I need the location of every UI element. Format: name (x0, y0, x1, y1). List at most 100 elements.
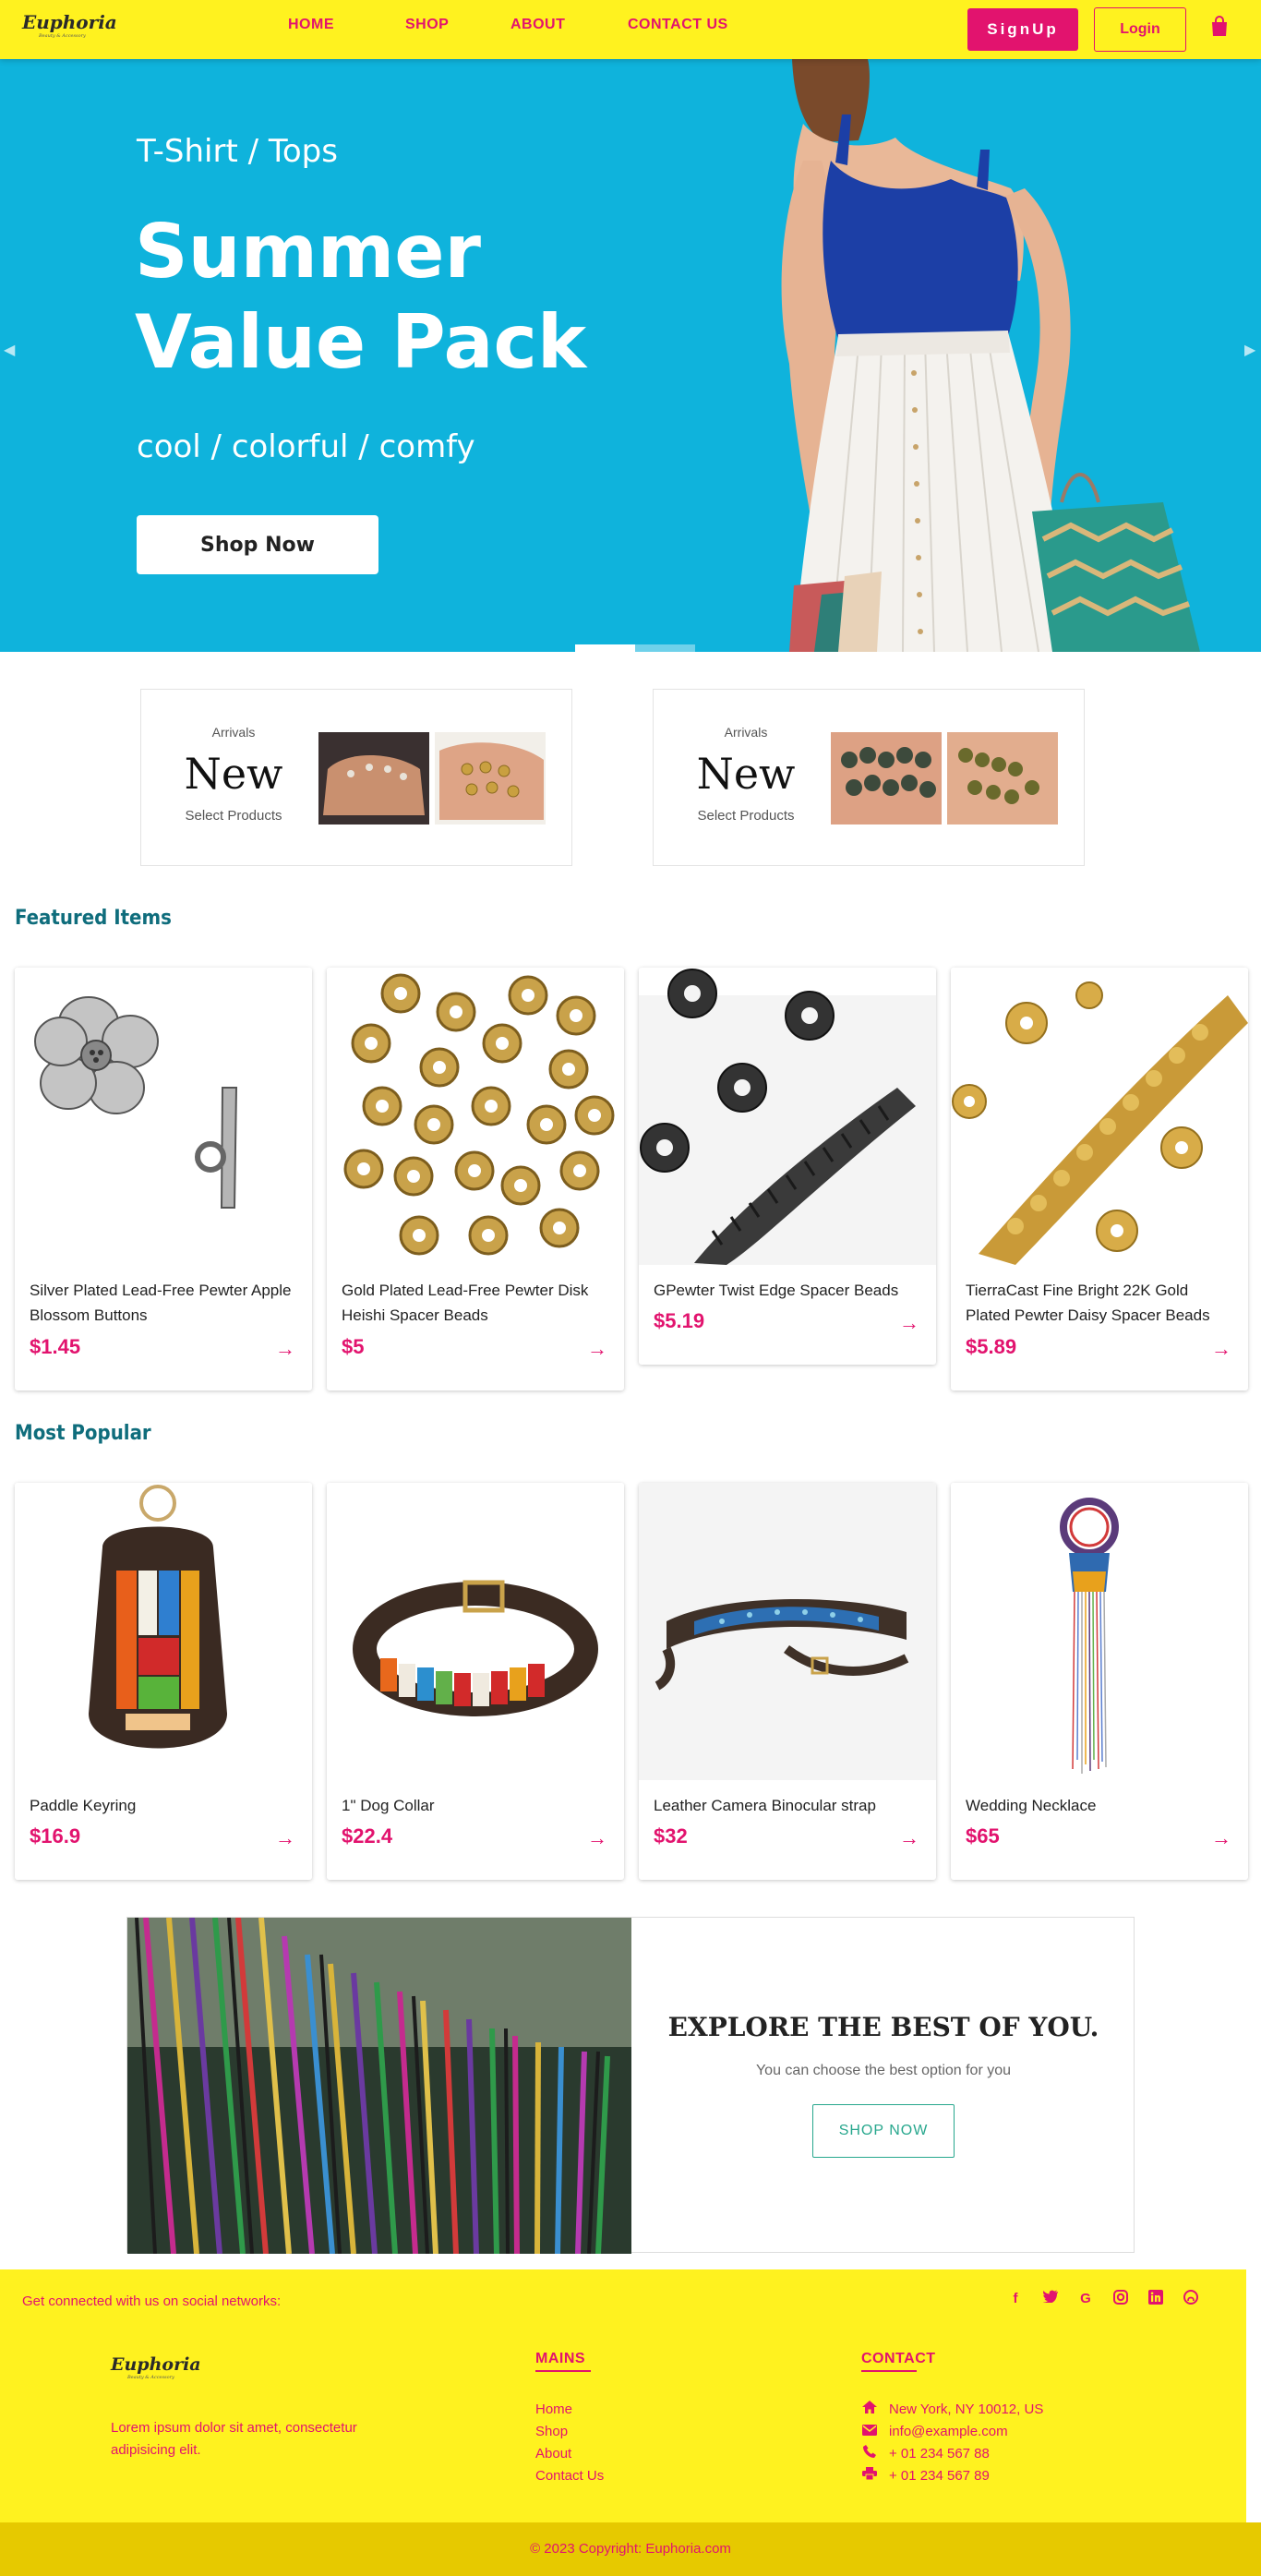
hero-carousel: T-Shirt / Tops Summer Value Pack cool / … (0, 59, 1261, 652)
footer-contact-heading: CONTACT (861, 2351, 936, 2372)
brand-tagline: Beauty & Accessory (39, 33, 86, 39)
home-icon (861, 2399, 878, 2421)
hand-beads-image (435, 732, 546, 825)
shopping-bag-icon[interactable] (1209, 16, 1230, 38)
product-card[interactable]: Leather Camera Binocular strap $32 → (639, 1483, 936, 1880)
product-price: $65 (966, 1824, 1000, 1848)
footer-link-contact[interactable]: Contact Us (535, 2465, 604, 2487)
google-icon[interactable]: G (1076, 2290, 1095, 2308)
footer-mains-heading: MAINS (535, 2351, 591, 2372)
arrow-right-icon[interactable]: → (275, 1337, 295, 1361)
arrow-right-icon[interactable]: → (587, 1826, 607, 1850)
promo-banner: EXPLORE THE BEST OF YOU. You can choose … (126, 1917, 1135, 2254)
daisy-spacer-beads-image (951, 968, 1248, 1265)
product-price: $32 (654, 1824, 688, 1848)
footer-brand-name: Euphoria (111, 2354, 201, 2375)
footer-brand-tagline: Beauty & Accessory (127, 2375, 174, 2380)
product-name: GPewter Twist Edge Spacer Beads (654, 1282, 899, 1299)
footer-link-home[interactable]: Home (535, 2399, 604, 2421)
social-connect-text: Get connected with us on social networks… (22, 2293, 282, 2309)
arrow-right-icon[interactable]: → (587, 1337, 607, 1361)
promo-subtitle: You can choose the best option for you (755, 2063, 1012, 2078)
product-price: $5 (342, 1335, 365, 1358)
product-card[interactable]: Gold Plated Lead-Free Pewter Disk Heishi… (327, 968, 624, 1390)
arrivals-subtitle: Select Products (185, 808, 282, 824)
twist-edge-beads-image (639, 968, 936, 1265)
nav-contact-link[interactable]: CONTACT US (628, 17, 728, 33)
jasper-beads-image (947, 732, 1058, 825)
twitter-icon[interactable] (1041, 2290, 1060, 2308)
product-price: $22.4 (342, 1824, 393, 1848)
hero-title: Summer Value Pack (135, 207, 586, 388)
footer-brand-logo[interactable]: Euphoria Beauty & Accessory (111, 2354, 201, 2380)
hero-shop-now-button[interactable]: Shop Now (137, 515, 378, 574)
carousel-indicator-2[interactable] (635, 644, 695, 652)
facebook-icon[interactable]: f (1006, 2290, 1025, 2308)
nav-shop-link[interactable]: SHOP (405, 17, 449, 33)
new-arrivals-card-1[interactable]: Arrivals New Select Products (140, 689, 572, 866)
contact-fax: + 01 234 567 89 (861, 2465, 1043, 2487)
login-button[interactable]: Login (1094, 7, 1186, 52)
product-price: $16.9 (30, 1824, 81, 1848)
contact-address-text: New York, NY 10012, US (889, 2401, 1044, 2417)
hero-tagline: cool / colorful / comfy (137, 428, 475, 465)
navbar: Euphoria Beauty & Accessory HOME SHOP AB… (0, 0, 1261, 59)
arrivals-title: New (184, 749, 283, 799)
dog-collar-image (327, 1483, 624, 1780)
product-name: Leather Camera Binocular strap (654, 1797, 876, 1814)
product-card[interactable]: Wedding Necklace $65 → (951, 1483, 1248, 1880)
arrow-right-icon[interactable]: → (1211, 1826, 1231, 1850)
product-card[interactable]: GPewter Twist Edge Spacer Beads $5.19 → (639, 968, 936, 1365)
stone-beads-image (831, 732, 942, 825)
promo-title: EXPLORE THE BEST OF YOU. (667, 2012, 1099, 2042)
contact-address: New York, NY 10012, US (861, 2399, 1043, 2421)
github-icon[interactable] (1182, 2290, 1200, 2308)
hero-title-line2: Value Pack (135, 299, 587, 385)
paddle-keyring-image (15, 1483, 312, 1780)
footer: Get connected with us on social networks… (0, 2269, 1261, 2576)
product-card[interactable]: Paddle Keyring $16.9 → (15, 1483, 312, 1880)
contact-phone-text: + 01 234 567 88 (889, 2446, 990, 2462)
product-name: Paddle Keyring (30, 1797, 137, 1814)
carousel-indicator-1[interactable] (575, 644, 635, 652)
product-card[interactable]: 1" Dog Collar $22.4 → (327, 1483, 624, 1880)
copyright-bar: © 2023 Copyright: Euphoria.com (0, 2522, 1261, 2576)
promo-shop-now-button[interactable]: SHOP NOW (812, 2104, 955, 2158)
arrow-right-icon[interactable]: → (899, 1311, 919, 1335)
new-arrivals-card-2[interactable]: Arrivals New Select Products (653, 689, 1085, 866)
camera-strap-image (639, 1483, 936, 1780)
footer-mains-list: Home Shop About Contact Us (535, 2399, 604, 2487)
product-name: TierraCast Fine Bright 22K Gold Plated P… (966, 1282, 1210, 1324)
footer-link-about[interactable]: About (535, 2443, 604, 2465)
brand-logo[interactable]: Euphoria Beauty & Accessory (22, 11, 117, 44)
product-price: $1.45 (30, 1335, 81, 1358)
product-name: 1" Dog Collar (342, 1797, 435, 1814)
wedding-necklace-image (951, 1483, 1248, 1780)
product-price: $5.89 (966, 1335, 1017, 1358)
arrow-right-icon[interactable]: → (899, 1826, 919, 1850)
linkedin-icon[interactable] (1147, 2290, 1165, 2308)
product-card[interactable]: Silver Plated Lead-Free Pewter Apple Blo… (15, 968, 312, 1390)
carousel-prev-icon[interactable]: ◀ (4, 341, 15, 359)
hero-model-image (781, 59, 1200, 652)
contact-email: info@example.com (861, 2421, 1043, 2443)
arrivals-subtitle: Select Products (697, 808, 795, 824)
arrow-right-icon[interactable]: → (275, 1826, 295, 1850)
hero-subtitle: T-Shirt / Tops (137, 133, 338, 170)
footer-link-shop[interactable]: Shop (535, 2421, 604, 2443)
hand-rings-image (318, 732, 429, 825)
arrivals-title: New (696, 749, 796, 799)
arrow-right-icon[interactable]: → (1211, 1337, 1231, 1361)
featured-items-heading: Featured Items (15, 907, 172, 930)
nav-about-link[interactable]: ABOUT (510, 17, 565, 33)
product-name: Wedding Necklace (966, 1797, 1097, 1814)
signup-button[interactable]: SignUp (967, 8, 1078, 51)
product-name: Silver Plated Lead-Free Pewter Apple Blo… (30, 1282, 292, 1324)
instagram-icon[interactable] (1111, 2290, 1130, 2308)
product-card[interactable]: TierraCast Fine Bright 22K Gold Plated P… (951, 968, 1248, 1390)
nav-home-link[interactable]: HOME (288, 17, 334, 33)
carousel-next-icon[interactable]: ▶ (1244, 341, 1255, 359)
beads-fence-image (127, 1918, 631, 2254)
envelope-icon (861, 2421, 878, 2443)
contact-email-text[interactable]: info@example.com (889, 2421, 1008, 2443)
